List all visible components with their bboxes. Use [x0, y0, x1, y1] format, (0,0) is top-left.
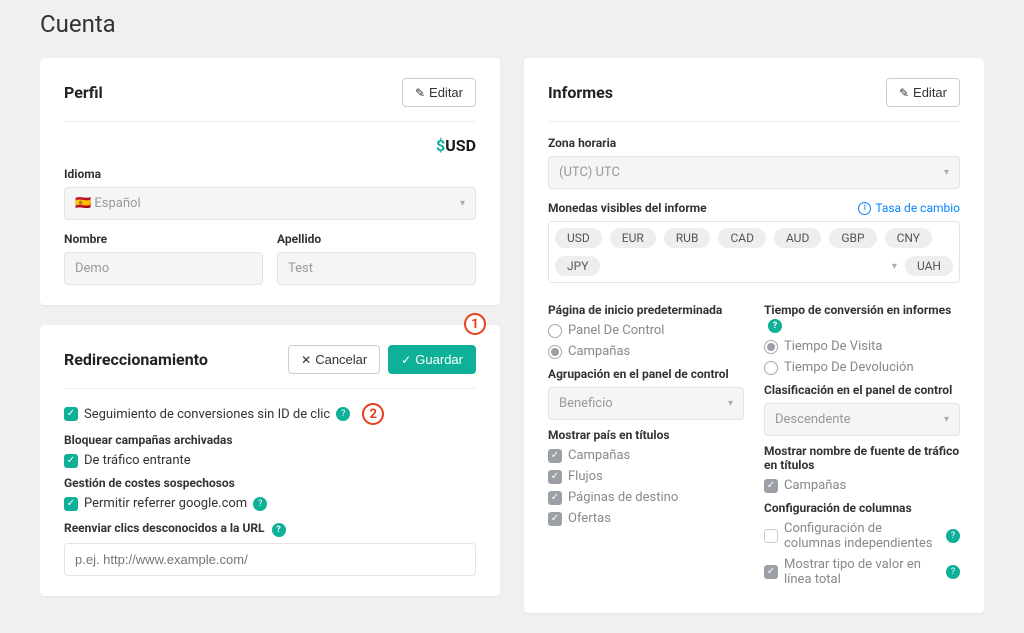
return-time-radio[interactable] [764, 361, 778, 375]
profile-title: Perfil [64, 83, 103, 102]
country-offers-check[interactable]: ✓ [548, 512, 562, 526]
show-source-label: Mostrar nombre de fuente de tráfico en t… [764, 444, 960, 472]
reports-card: Informes ✎ Editar Zona horaria (UTC) UTC… [524, 58, 984, 613]
country-flows-check[interactable]: ✓ [548, 470, 562, 484]
timezone-select[interactable]: (UTC) UTC ▾ [548, 156, 960, 189]
show-country-label: Mostrar país en títulos [548, 428, 744, 442]
first-name-label: Nombre [64, 232, 263, 246]
currency-pill[interactable]: AUD [774, 228, 821, 248]
tracking-checkbox[interactable]: ✓ [64, 407, 78, 421]
currency-pill[interactable]: JPY [555, 256, 600, 276]
language-select[interactable]: 🇪🇸 Español ▾ [64, 187, 476, 220]
last-name-input[interactable]: Test [277, 252, 476, 285]
first-name-input[interactable]: Demo [64, 252, 263, 285]
save-button[interactable]: ✓ Guardar [388, 345, 476, 374]
incoming-traffic-checkbox[interactable]: ✓ [64, 454, 78, 468]
close-icon: ✕ [301, 353, 311, 367]
allow-referrer-checkbox[interactable]: ✓ [64, 497, 78, 511]
home-campaigns-label: Campañas [568, 344, 630, 359]
currency-pill[interactable]: UAH [905, 256, 953, 276]
language-value: 🇪🇸 Español [75, 196, 141, 211]
columns-label: Configuración de columnas [764, 501, 960, 515]
currency-pill[interactable]: CAD [718, 228, 766, 248]
source-campaigns-check[interactable]: ✓ [764, 479, 778, 493]
home-dashboard-radio[interactable] [548, 324, 562, 338]
help-icon[interactable]: ? [946, 565, 960, 579]
block-archived-label: Bloquear campañas archivadas [64, 433, 476, 447]
conversion-time-label: Tiempo de conversión en informes ? [764, 303, 960, 333]
help-icon[interactable]: ? [946, 529, 960, 543]
cancel-label: Cancelar [315, 352, 367, 367]
dashboard-sort-select[interactable]: Descendente ▾ [764, 403, 960, 436]
currency-code: USD [445, 136, 476, 155]
edit-reports-button[interactable]: ✎ Editar [886, 78, 960, 107]
show-value-type-check[interactable]: ✓ [764, 565, 778, 579]
country-campaigns-check[interactable]: ✓ [548, 449, 562, 463]
cancel-button[interactable]: ✕ Cancelar [288, 345, 380, 374]
help-icon[interactable]: ? [253, 497, 267, 511]
help-icon[interactable]: ? [768, 319, 782, 333]
redirect-card: 1 Redireccionamiento ✕ Cancelar ✓ Guarda… [40, 325, 500, 596]
home-dashboard-label: Panel De Control [568, 323, 664, 338]
currencies-label: Monedas visibles del informe [548, 201, 707, 215]
chevron-down-icon: ▾ [728, 398, 733, 409]
currency-pill[interactable]: EUR [610, 228, 656, 248]
save-label: Guardar [415, 352, 463, 367]
redirect-title: Redireccionamiento [64, 350, 208, 369]
language-label: Idioma [64, 167, 476, 181]
timezone-value: (UTC) UTC [559, 165, 620, 180]
currency-pill[interactable]: RUB [664, 228, 711, 248]
profile-card: Perfil ✎ Editar $USD Idioma 🇪🇸 Español ▾ [40, 58, 500, 305]
chevron-down-icon: ▾ [892, 261, 897, 272]
dashboard-group-select[interactable]: Beneficio ▾ [548, 387, 744, 420]
help-icon[interactable]: ? [336, 407, 350, 421]
annotation-1: 1 [464, 313, 486, 335]
info-icon: i [858, 202, 871, 215]
reports-title: Informes [548, 83, 613, 102]
dashboard-group-label: Agrupación en el panel de control [548, 367, 744, 381]
currency-pill[interactable]: USD [555, 228, 602, 248]
check-icon: ✓ [401, 353, 411, 367]
home-campaigns-radio[interactable] [548, 345, 562, 359]
currency-pill[interactable]: GBP [829, 228, 876, 248]
chevron-down-icon: ▾ [944, 414, 949, 425]
edit-label: Editar [913, 85, 947, 100]
country-lp-check[interactable]: ✓ [548, 491, 562, 505]
tracking-label: Seguimiento de conversiones sin ID de cl… [84, 407, 330, 422]
timezone-label: Zona horaria [548, 136, 960, 150]
edit-label: Editar [429, 85, 463, 100]
currency-pill[interactable]: CNY [885, 228, 932, 248]
edit-icon: ✎ [415, 86, 425, 100]
last-name-label: Apellido [277, 232, 476, 246]
allow-referrer-label: Permitir referrer google.com [84, 496, 247, 511]
account-currency: $USD [64, 136, 476, 155]
independent-columns-check[interactable] [764, 529, 778, 543]
dashboard-sort-label: Clasificación en el panel de control [764, 383, 960, 397]
suspicious-cost-label: Gestión de costes sospechosos [64, 476, 476, 490]
page-title: Cuenta [40, 10, 984, 38]
edit-icon: ✎ [899, 86, 909, 100]
edit-profile-button[interactable]: ✎ Editar [402, 78, 476, 107]
exchange-rate-link[interactable]: i Tasa de cambio [858, 201, 960, 215]
chevron-down-icon: ▾ [460, 198, 465, 209]
visit-time-radio[interactable] [764, 340, 778, 354]
chevron-down-icon: ▾ [944, 167, 949, 178]
default-home-label: Página de inicio predeterminada [548, 303, 744, 317]
currencies-select[interactable]: USD EUR RUB CAD AUD GBP CNY JPY ▾ UAH [548, 221, 960, 283]
incoming-traffic-label: De tráfico entrante [84, 453, 191, 468]
forward-url-input[interactable] [64, 543, 476, 576]
help-icon[interactable]: ? [272, 523, 286, 537]
currency-symbol-icon: $ [436, 136, 445, 155]
forward-clicks-label: Reenviar clics desconocidos a la URL ? [64, 521, 476, 537]
annotation-2: 2 [362, 403, 384, 425]
